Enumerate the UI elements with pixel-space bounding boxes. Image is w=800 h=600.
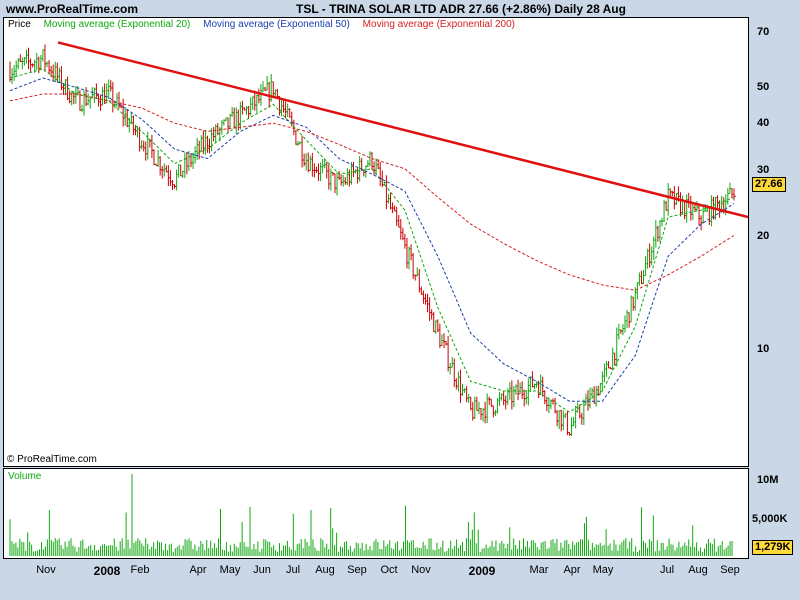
x-tick-sep-2009: Sep — [720, 564, 740, 576]
y-tick-20: 20 — [757, 230, 770, 242]
volume-chart-panel[interactable]: Volume — [3, 468, 749, 559]
y-tick-10: 10 — [757, 343, 770, 355]
price-chart-panel[interactable]: Price Moving average (Exponential 20) Mo… — [3, 17, 749, 467]
x-tick-2009: 2009 — [468, 564, 496, 578]
quote-header: TSL - TRINA SOLAR LTD ADR 27.66 (+2.86%)… — [296, 2, 626, 16]
copyright: © ProRealTime.com — [7, 454, 97, 465]
volume-label: Volume — [8, 471, 42, 482]
volume-plot — [9, 474, 733, 556]
price-plot — [9, 41, 748, 436]
ma50-line — [9, 77, 735, 402]
x-tick-apr: Apr — [189, 564, 207, 576]
resistance-trendline — [57, 41, 748, 219]
last-volume-badge: 1,279K — [752, 540, 794, 555]
ma20-line — [9, 68, 735, 413]
y-tick-70: 70 — [757, 26, 770, 38]
ma200-line — [9, 93, 735, 291]
x-tick-jun: Jun — [253, 564, 271, 576]
y-tick-40: 40 — [757, 117, 770, 129]
volume-tick-5000k: 5,000K — [752, 513, 788, 525]
y-tick-50: 50 — [757, 81, 770, 93]
x-tick-mar: Mar — [529, 564, 549, 576]
x-tick-nov-2007: Nov — [36, 564, 56, 576]
x-tick-nov-2008: Nov — [411, 564, 431, 576]
x-tick-apr-2009: Apr — [563, 564, 581, 576]
x-tick-may: May — [219, 564, 241, 576]
x-tick-jul: Jul — [285, 564, 301, 576]
x-tick-feb: Feb — [130, 564, 150, 576]
y-tick-30: 30 — [757, 164, 770, 176]
x-tick-aug: Aug — [315, 564, 335, 576]
volume-tick-10m: 10M — [757, 474, 779, 486]
last-price-badge: 27.66 — [752, 177, 786, 192]
site-title: www.ProRealTime.com — [6, 2, 139, 16]
x-tick-aug-2009: Aug — [688, 564, 708, 576]
x-tick-oct: Oct — [380, 564, 398, 576]
x-tick-jul-2009: Jul — [659, 564, 675, 576]
x-tick-2008: 2008 — [93, 564, 121, 578]
x-tick-may-2009: May — [592, 564, 614, 576]
x-tick-sep: Sep — [347, 564, 367, 576]
